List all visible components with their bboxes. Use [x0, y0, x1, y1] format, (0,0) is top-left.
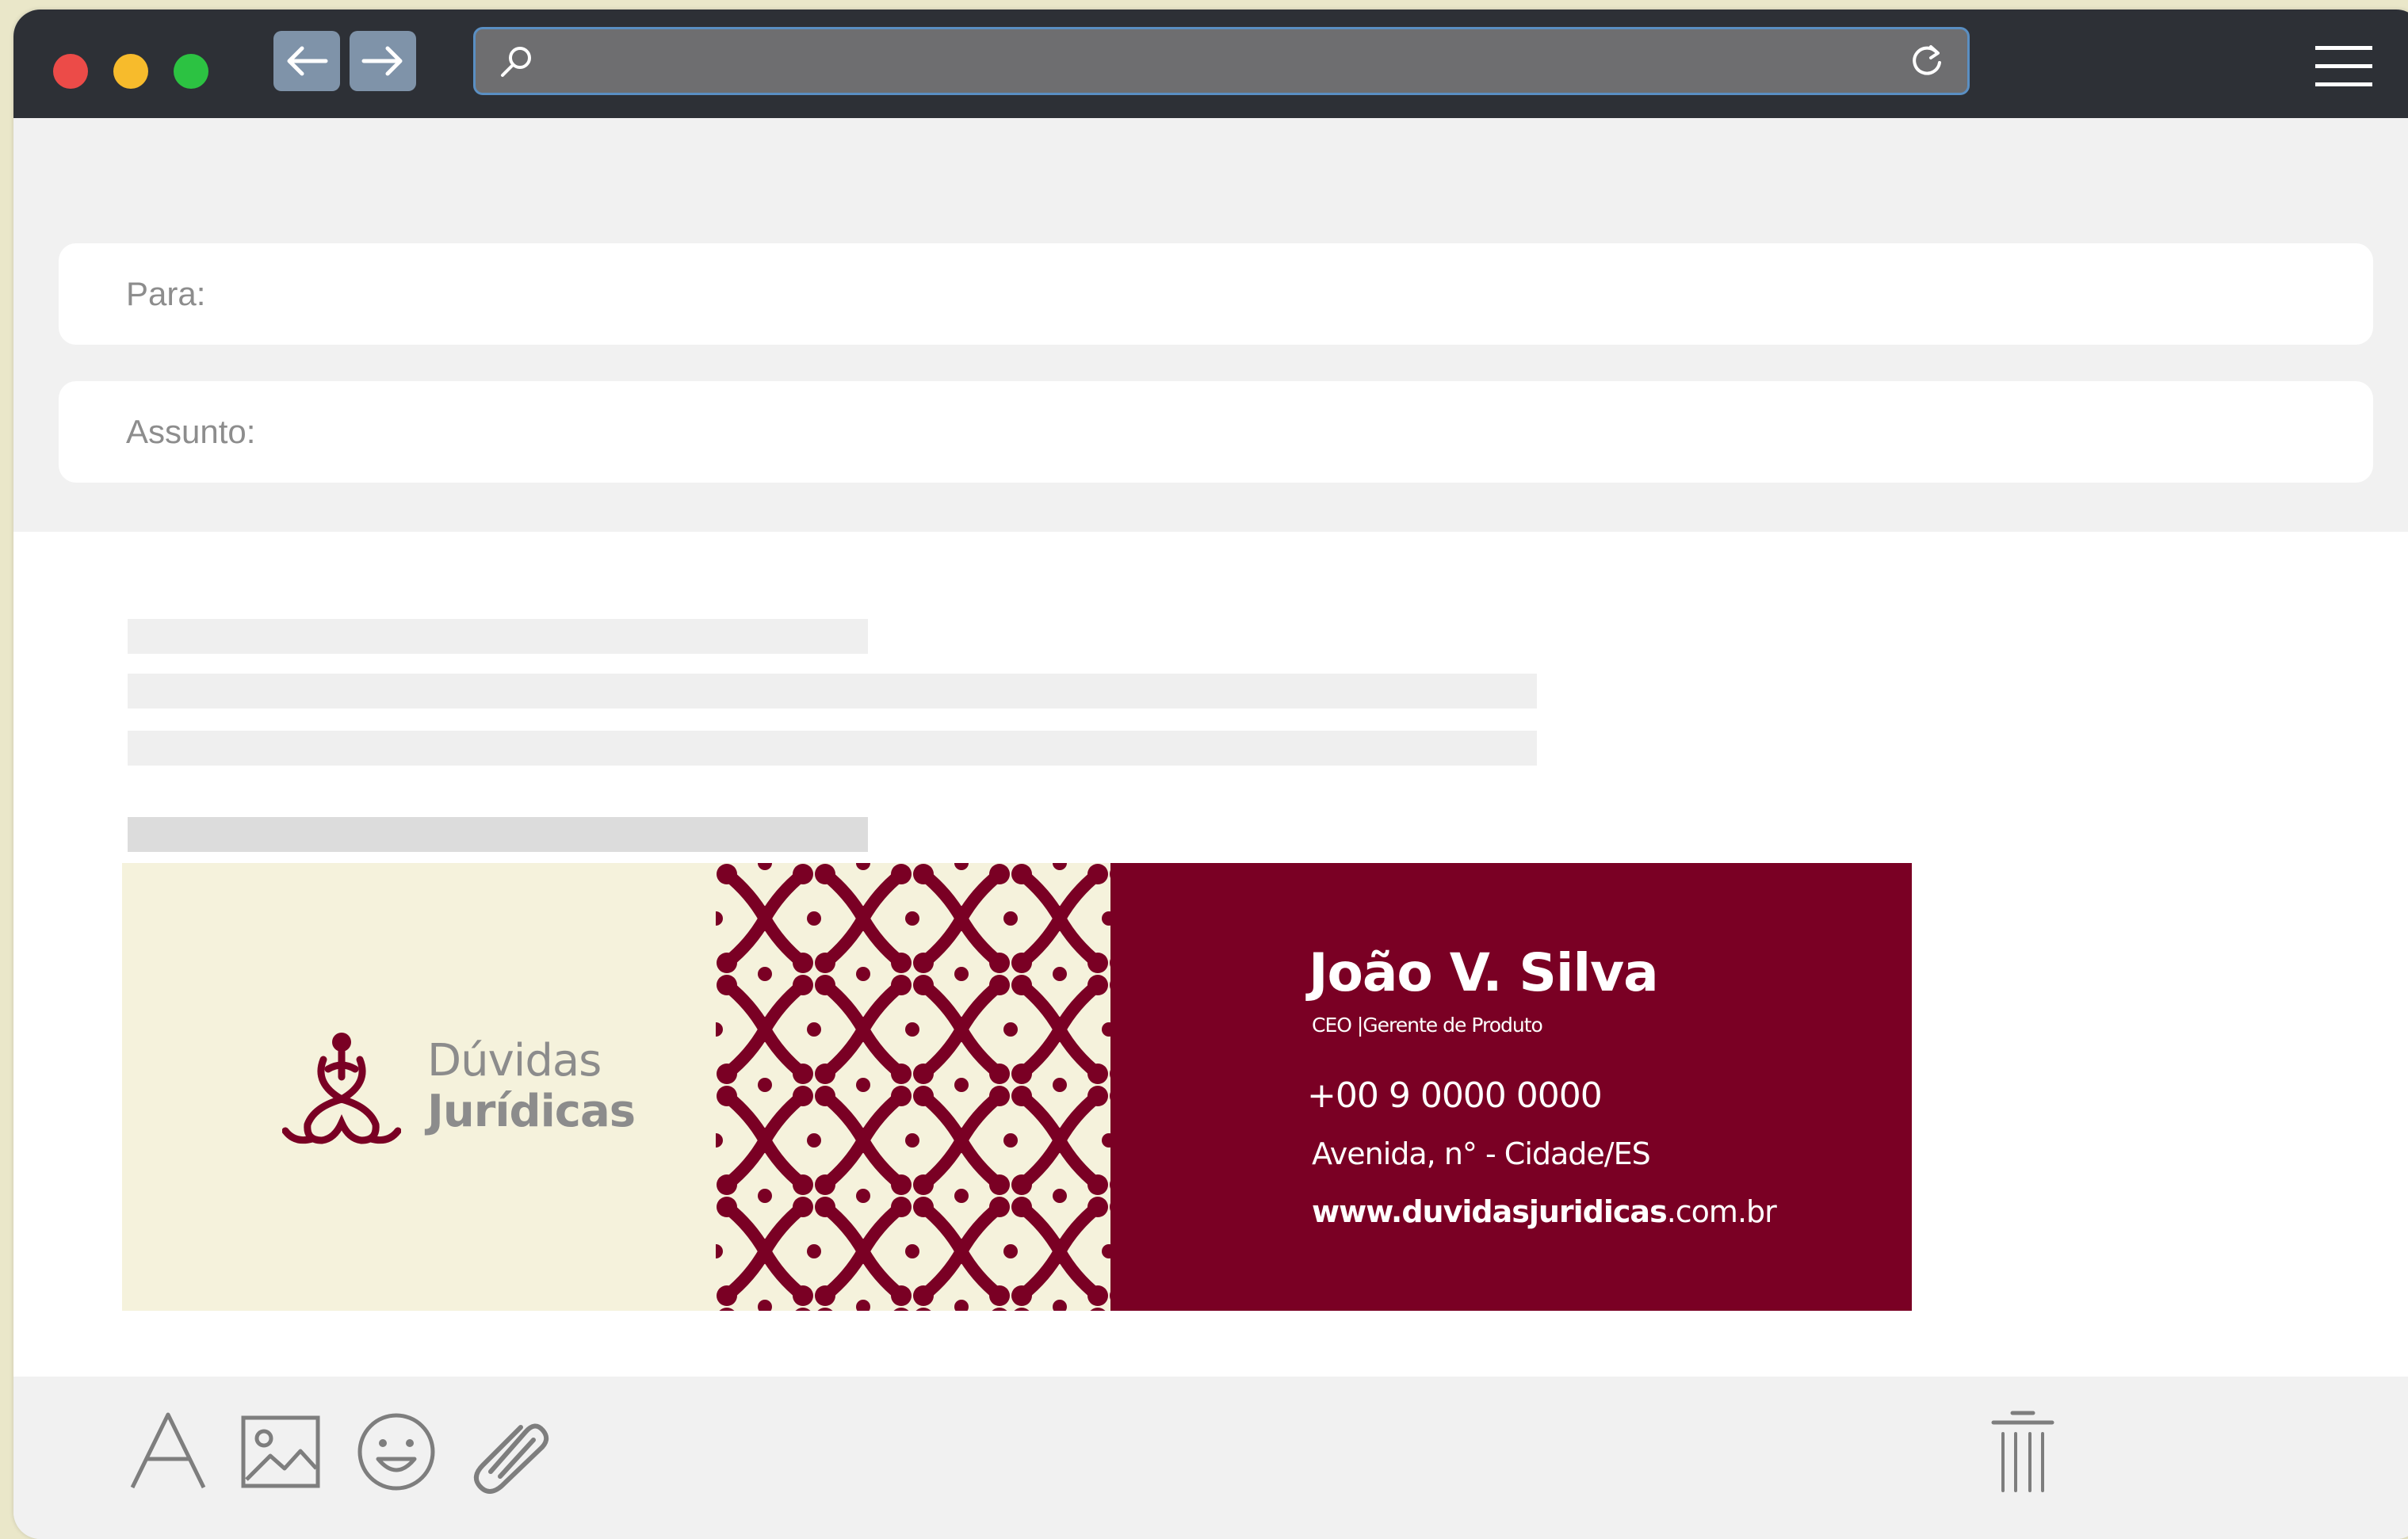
- signature-logo-panel: Dúvidas Jurídicas: [122, 863, 716, 1311]
- text-placeholder-line: [128, 731, 1537, 766]
- hamburger-menu-icon[interactable]: [2314, 44, 2374, 89]
- subject-label: Assunto:: [126, 413, 256, 450]
- text-placeholder-line: [128, 619, 868, 654]
- email-compose-window: Para: Assunto: Dúvidas Jurídicas João V.…: [13, 10, 2408, 1539]
- subject-field[interactable]: Assunto:: [59, 381, 2373, 483]
- search-icon: [501, 47, 531, 77]
- signature-address: Avenida, n° - Cidade/ES: [1312, 1136, 1651, 1171]
- website-suffix: .com.br: [1666, 1194, 1777, 1229]
- duvidas-juridicas-logo-icon: [282, 1033, 401, 1144]
- browser-toolbar: [13, 10, 2408, 118]
- to-label: Para:: [126, 275, 206, 312]
- emoji-icon[interactable]: [353, 1408, 440, 1495]
- ornamental-pattern: [716, 863, 1110, 1311]
- minimize-window-button[interactable]: [113, 54, 148, 89]
- signature-phone: +00 9 0000 0000: [1307, 1075, 1603, 1116]
- website-domain: www.duvidasjuridicas: [1312, 1194, 1668, 1229]
- compose-toolbar: [13, 1377, 2408, 1539]
- text-format-icon[interactable]: [124, 1408, 212, 1495]
- forward-button[interactable]: [350, 31, 416, 91]
- signature-contact-panel: João V. Silva CEO |Gerente de Produto +0…: [1110, 863, 1912, 1311]
- compose-header: Para: Assunto:: [13, 118, 2408, 532]
- maximize-window-button[interactable]: [174, 54, 208, 89]
- close-window-button[interactable]: [53, 54, 88, 89]
- signature-role: CEO |Gerente de Produto: [1312, 1014, 1543, 1037]
- logo-wordmark: Dúvidas Jurídicas: [427, 1035, 636, 1137]
- back-button[interactable]: [273, 31, 340, 91]
- text-placeholder-line: [128, 674, 1537, 708]
- text-placeholder-line: [128, 817, 868, 852]
- logo-line1: Dúvidas: [427, 1035, 602, 1086]
- image-icon[interactable]: [237, 1408, 324, 1495]
- arrow-left-icon: [287, 46, 328, 76]
- logo-line2: Jurídicas: [427, 1086, 636, 1137]
- trash-icon[interactable]: [1987, 1408, 2058, 1495]
- email-signature: Dúvidas Jurídicas João V. Silva CEO |Ger…: [122, 863, 1912, 1311]
- signature-name: João V. Silva: [1309, 942, 1659, 1003]
- signature-website[interactable]: www.duvidasjuridicas.com.br: [1312, 1194, 1777, 1229]
- signature-pattern-panel: [716, 863, 1110, 1311]
- message-body[interactable]: Dúvidas Jurídicas João V. Silva CEO |Ger…: [13, 532, 2408, 1377]
- address-bar[interactable]: [473, 27, 1970, 95]
- to-field[interactable]: Para:: [59, 243, 2373, 345]
- reload-icon[interactable]: [1907, 42, 1947, 82]
- attachment-icon[interactable]: [468, 1408, 556, 1495]
- arrow-right-icon: [361, 46, 403, 76]
